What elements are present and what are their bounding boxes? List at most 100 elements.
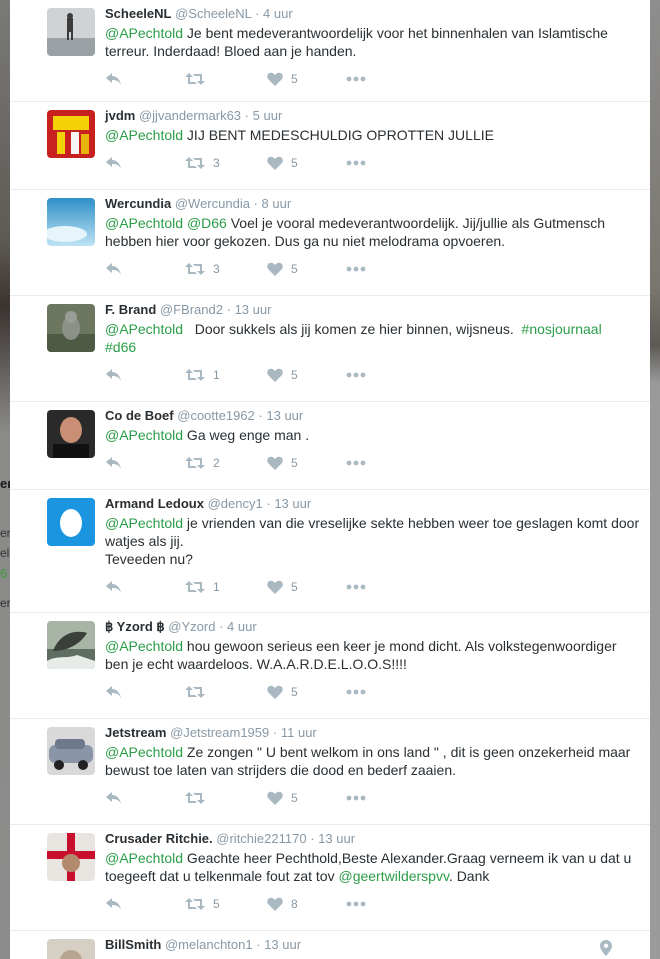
timestamp[interactable]: 5 uur xyxy=(253,108,283,123)
mention-link[interactable]: @APechtold xyxy=(105,427,183,443)
mention-link[interactable]: @APechtold xyxy=(105,25,183,41)
author-name[interactable]: Jetstream xyxy=(105,725,166,740)
author-name[interactable]: ScheeleNL xyxy=(105,6,171,21)
avatar[interactable] xyxy=(47,498,95,546)
like-button[interactable]: 8 xyxy=(267,895,298,913)
retweet-button[interactable]: 3 xyxy=(185,260,220,278)
timestamp[interactable]: 13 uur xyxy=(264,937,301,952)
retweet-icon xyxy=(185,581,205,593)
mention-link[interactable]: @APechtold xyxy=(105,638,183,654)
reply-icon xyxy=(106,157,121,169)
avatar[interactable] xyxy=(47,939,95,959)
hashtag-link[interactable]: #nosjournaal xyxy=(522,321,602,337)
more-button[interactable] xyxy=(346,895,366,913)
author-handle[interactable]: @jjvandermark63 xyxy=(139,108,241,123)
retweet-icon xyxy=(185,157,205,169)
reply-button[interactable] xyxy=(105,895,123,913)
like-button[interactable]: 5 xyxy=(267,454,298,472)
more-button[interactable] xyxy=(346,70,366,88)
like-button[interactable]: 5 xyxy=(267,683,298,701)
reply-button[interactable] xyxy=(105,260,123,278)
mention-link[interactable]: @D66 xyxy=(187,215,227,231)
reply-button[interactable] xyxy=(105,70,123,88)
avatar[interactable] xyxy=(47,410,95,458)
author-name[interactable]: F. Brand xyxy=(105,302,156,317)
like-button[interactable]: 5 xyxy=(267,789,298,807)
like-button[interactable]: 5 xyxy=(267,154,298,172)
author-handle[interactable]: @Wercundia xyxy=(175,196,250,211)
author-handle[interactable]: @melanchton1 xyxy=(165,937,253,952)
tweet-text-body: Ze zongen " U bent welkom in ons land " … xyxy=(105,744,631,778)
retweet-button[interactable] xyxy=(185,683,213,701)
author-handle[interactable]: @Jetstream1959 xyxy=(170,725,269,740)
avatar[interactable] xyxy=(47,304,95,352)
avatar[interactable] xyxy=(47,198,95,246)
separator-dot: · xyxy=(310,831,315,846)
author-handle[interactable]: @cootte1962 xyxy=(177,408,255,423)
avatar[interactable] xyxy=(47,833,95,881)
author-name[interactable]: Co de Boef xyxy=(105,408,174,423)
mention-link[interactable]: @APechtold xyxy=(105,515,183,531)
timestamp[interactable]: 4 uur xyxy=(227,619,257,634)
like-button[interactable]: 5 xyxy=(267,578,298,596)
like-button[interactable]: 5 xyxy=(267,70,298,88)
mention-link[interactable]: @geertwilderspvv xyxy=(338,868,448,884)
more-button[interactable] xyxy=(346,366,366,384)
timestamp[interactable]: 8 uur xyxy=(262,196,292,211)
mention-link[interactable]: @APechtold xyxy=(105,215,183,231)
retweet-button[interactable] xyxy=(185,70,213,88)
mention-link[interactable]: @APechtold xyxy=(105,744,183,760)
avatar[interactable] xyxy=(47,8,95,56)
author-name[interactable]: Armand Ledoux xyxy=(105,496,204,511)
avatar[interactable] xyxy=(47,727,95,775)
retweet-button[interactable] xyxy=(185,789,213,807)
author-handle[interactable]: @ScheeleNL xyxy=(175,6,251,21)
author-name[interactable]: Wercundia xyxy=(105,196,171,211)
author-name[interactable]: Crusader Ritchie. xyxy=(105,831,213,846)
retweet-button[interactable]: 3 xyxy=(185,154,220,172)
author-handle[interactable]: @ritchie221170 xyxy=(216,831,306,846)
timestamp[interactable]: 4 uur xyxy=(263,6,293,21)
reply-button[interactable] xyxy=(105,789,123,807)
like-button[interactable]: 5 xyxy=(267,260,298,278)
reply-button[interactable] xyxy=(105,454,123,472)
reply-button[interactable] xyxy=(105,578,123,596)
mention-link[interactable]: @APechtold xyxy=(105,850,183,866)
timestamp[interactable]: 13 uur xyxy=(274,496,311,511)
more-button[interactable] xyxy=(346,789,366,807)
mention-link[interactable]: @APechtold xyxy=(105,127,183,143)
more-button[interactable] xyxy=(346,260,366,278)
author-name[interactable]: jvdm xyxy=(105,108,135,123)
retweet-button[interactable]: 5 xyxy=(185,895,220,913)
avatar[interactable] xyxy=(47,110,95,158)
retweet-button[interactable]: 1 xyxy=(185,366,220,384)
reply-button[interactable] xyxy=(105,366,123,384)
retweet-count: 2 xyxy=(213,456,220,470)
tweet: Wercundia @Wercundia · 8 uur @APechtold … xyxy=(10,190,650,296)
tweet-text: @APechtold JIJ BENT MEDESCHULDIG OPROTTE… xyxy=(105,126,640,144)
more-button[interactable] xyxy=(346,454,366,472)
avatar[interactable] xyxy=(47,621,95,669)
timestamp[interactable]: 13 uur xyxy=(266,408,303,423)
location-pin-icon[interactable] xyxy=(600,940,612,956)
author-name[interactable]: ฿ Yzord ฿ xyxy=(105,619,165,634)
like-button[interactable]: 5 xyxy=(267,366,298,384)
reply-button[interactable] xyxy=(105,683,123,701)
author-handle[interactable]: @FBrand2 xyxy=(160,302,223,317)
reply-button[interactable] xyxy=(105,154,123,172)
retweet-button[interactable]: 2 xyxy=(185,454,220,472)
hashtag-link[interactable]: #d66 xyxy=(105,339,136,355)
more-button[interactable] xyxy=(346,578,366,596)
retweet-button[interactable]: 1 xyxy=(185,578,220,596)
author-name[interactable]: BillSmith xyxy=(105,937,161,952)
timestamp[interactable]: 13 uur xyxy=(318,831,355,846)
like-count: 5 xyxy=(291,368,298,382)
mention-link[interactable]: @APechtold xyxy=(105,321,183,337)
author-handle[interactable]: @Yzord xyxy=(168,619,215,634)
tweet: ScheeleNL @ScheeleNL · 4 uur @APechtold … xyxy=(10,0,650,102)
more-button[interactable] xyxy=(346,154,366,172)
timestamp[interactable]: 11 uur xyxy=(281,725,317,740)
timestamp[interactable]: 13 uur xyxy=(235,302,272,317)
author-handle[interactable]: @dency1 xyxy=(208,496,263,511)
more-button[interactable] xyxy=(346,683,366,701)
